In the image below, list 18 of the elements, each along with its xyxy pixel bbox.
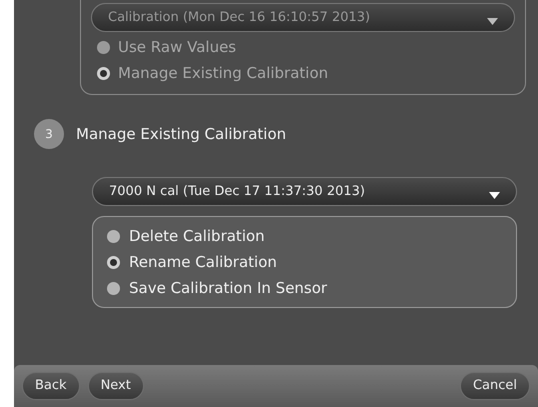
radio-button[interactable] <box>107 256 120 268</box>
footer-button[interactable]: Next <box>88 372 144 400</box>
radio-button[interactable] <box>107 230 120 242</box>
dropdown-value: Calibration (Mon Dec 16 16:10:57 2013) <box>108 8 370 27</box>
option-label: Delete Calibration <box>129 226 265 247</box>
dropdown-arrow-icon <box>487 18 498 25</box>
option-label: Manage Existing Calibration <box>118 62 328 84</box>
calibration-dropdown[interactable]: 7000 N cal (Tue Dec 17 11:37:30 2013) <box>92 177 517 206</box>
option-label: Rename Calibration <box>129 252 277 273</box>
footer-button[interactable]: Back <box>22 372 80 400</box>
dropdown-arrow-icon <box>489 192 500 199</box>
step-number: 3 <box>34 119 64 149</box>
step-title: Manage Existing Calibration <box>76 124 286 145</box>
footer-button[interactable]: Cancel <box>460 372 530 400</box>
dropdown-value: 7000 N cal (Tue Dec 17 11:37:30 2013) <box>109 182 365 201</box>
option-label: Save Calibration In Sensor <box>129 278 328 299</box>
radio-button[interactable] <box>107 282 120 294</box>
option-label: Use Raw Values <box>118 36 236 58</box>
